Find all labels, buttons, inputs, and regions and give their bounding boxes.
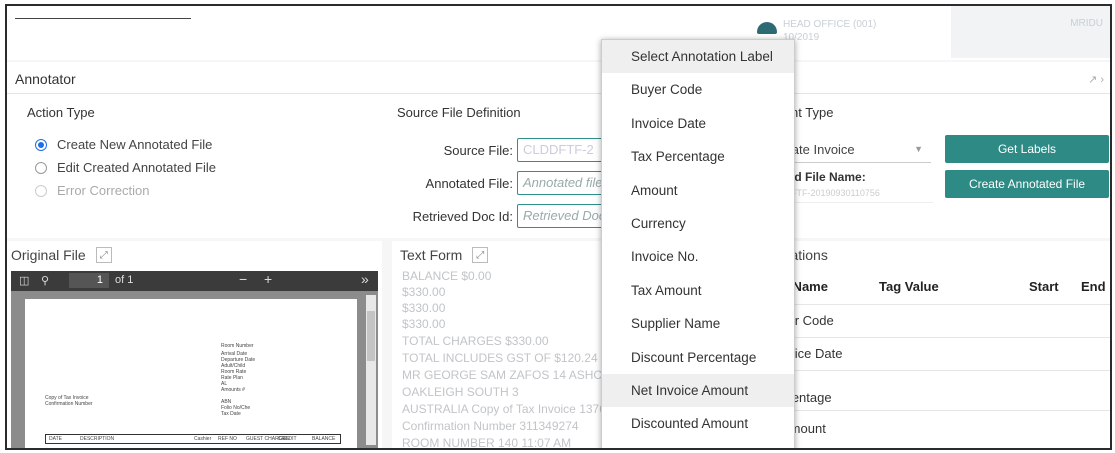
search-icon[interactable]: ⚲	[41, 274, 49, 287]
col-tag-value: Tag Value	[879, 279, 939, 294]
dropdown-item-invoice-date[interactable]: Invoice Date	[602, 107, 794, 140]
panel-divider	[7, 93, 1110, 94]
pdf-scrollbar[interactable]	[366, 295, 376, 445]
table-row[interactable]: Amount	[767, 410, 1110, 444]
source-definition-label: Source File Definition	[397, 105, 521, 120]
bank-logo-icon	[757, 22, 777, 34]
dropdown-item-invoice-no[interactable]: Invoice No.	[602, 240, 794, 273]
branch-name: HEAD OFFICE (001)	[783, 19, 877, 30]
user-name: MRIDU	[1070, 18, 1103, 29]
col-start: Start	[1029, 279, 1059, 294]
radio-selected-icon	[35, 138, 47, 151]
radio-icon	[35, 161, 47, 174]
branch-date: 10/2019	[783, 32, 820, 43]
dropdown-item-amount[interactable]: Amount	[602, 174, 794, 207]
dropdown-item-buyer-code[interactable]: Buyer Code	[602, 73, 794, 106]
table-row[interactable]: yer Code	[767, 304, 1110, 338]
chevron-down-icon: ▼	[914, 144, 923, 154]
user-menu[interactable]: MRIDU	[951, 6, 1110, 58]
panel-title: Annotator	[15, 71, 76, 87]
action-type-label: Action Type	[27, 105, 95, 120]
panel-window-controls[interactable]: ↗ ›	[1088, 73, 1104, 86]
dropdown-item-discount-percentage[interactable]: Discount Percentage	[602, 341, 794, 374]
app-frame: HEAD OFFICE (001) 10/2019 MRIDU Annotato…	[5, 4, 1112, 450]
pdf-page: Room Number Arrival Date Departure Date …	[25, 299, 357, 448]
more-tools-button[interactable]: »	[361, 271, 369, 287]
source-file-field[interactable]: CLDDFTF-2	[517, 138, 607, 162]
dropdown-item-net-invoice-amount[interactable]: Net Invoice Amount	[602, 373, 794, 408]
radio-create-new[interactable]: Create New Annotated File	[35, 137, 212, 152]
pdf-viewer[interactable]: Room Number Arrival Date Departure Date …	[11, 291, 378, 448]
header-divider	[15, 18, 191, 19]
dropdown-item-tax-amount[interactable]: Tax Amount	[602, 274, 794, 307]
expand-icon[interactable]: ⤢	[95, 247, 112, 263]
pdf-toolbar: ◫ ⚲ 1 of 1 − + »	[11, 271, 378, 291]
annotator-panel: Annotator ↗ › Action Type Create New Ann…	[7, 62, 1110, 238]
radio-icon	[35, 184, 47, 197]
page-number-input[interactable]: 1	[69, 273, 109, 288]
annotated-file-input[interactable]: Annotated file	[517, 171, 607, 195]
pdf-table: DATE DESCRIPTION Cashier REF NO GUEST CH…	[45, 434, 341, 444]
dropdown-item-supplier-name[interactable]: Supplier Name	[602, 307, 794, 340]
original-file-card: Original File ⤢ ◫ ⚲ 1 of 1 − + » Room Nu…	[7, 241, 382, 448]
annotated-file-label: Annotated File:	[425, 176, 513, 191]
retrieved-doc-input[interactable]: Retrieved Doc	[517, 204, 607, 228]
col-end: End	[1081, 279, 1106, 294]
top-header: HEAD OFFICE (001) 10/2019 MRIDU	[7, 6, 1110, 60]
original-file-title: Original File	[11, 247, 86, 263]
expand-icon[interactable]: ⤢	[472, 247, 489, 263]
create-annotated-file-button[interactable]: Create Annotated File	[945, 170, 1109, 198]
radio-edit-created[interactable]: Edit Created Annotated File	[35, 160, 216, 175]
annotation-label-dropdown[interactable]: Select Annotation Label Buyer Code Invoi…	[601, 39, 795, 448]
radio-error-correction: Error Correction	[35, 183, 149, 198]
source-file-label: Source File:	[443, 143, 513, 158]
dropdown-item-discounted-amount[interactable]: Discounted Amount	[602, 407, 794, 440]
dropdown-item-tax-percentage[interactable]: Tax Percentage	[602, 140, 794, 173]
annotated-file-name-value: CLDFTF-20190930110756	[773, 188, 933, 203]
retrieved-doc-label: Retrieved Doc Id:	[412, 209, 513, 224]
zoom-out-button[interactable]: −	[239, 271, 247, 287]
table-row[interactable]: x rcentage	[767, 370, 1110, 411]
dropdown-item-select-label[interactable]: Select Annotation Label	[602, 40, 794, 74]
get-labels-button[interactable]: Get Labels	[945, 135, 1109, 163]
dropdown-item-currency[interactable]: Currency	[602, 207, 794, 240]
text-form-title: Text Form	[400, 247, 463, 263]
scrollbar-thumb[interactable]	[367, 311, 375, 361]
page-count: of 1	[115, 274, 134, 286]
table-row[interactable]: voice Date	[767, 337, 1110, 371]
zoom-in-button[interactable]: +	[264, 271, 272, 287]
sidebar-toggle-icon[interactable]: ◫	[19, 274, 29, 287]
